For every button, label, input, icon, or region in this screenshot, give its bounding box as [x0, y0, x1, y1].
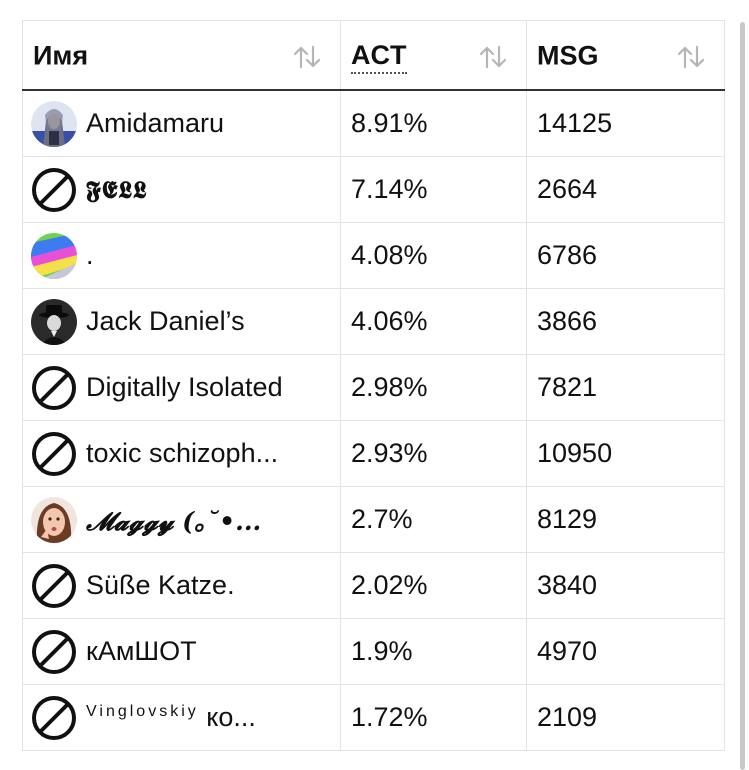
cell-msg: 4970 — [526, 618, 725, 685]
table-row[interactable]: Jack Daniel’s 4.06% 3866 — [22, 288, 725, 355]
no-avatar-icon — [32, 695, 76, 740]
table-header-row: Имя ACT MSG — [22, 20, 725, 91]
user-name-rest: ко... — [206, 702, 256, 732]
cell-act: 2.02% — [340, 552, 527, 619]
cell-act: 2.93% — [340, 420, 527, 487]
cell-act: 1.72% — [340, 684, 527, 751]
sort-arrows-icon[interactable] — [292, 45, 322, 69]
column-header-msg[interactable]: MSG — [526, 20, 725, 91]
cell-msg: 3866 — [526, 288, 725, 355]
column-header-label: MSG — [537, 40, 599, 71]
column-header-name[interactable]: Имя — [22, 20, 341, 91]
user-name: Jack Daniel’s — [86, 306, 245, 336]
column-header-label: ACT — [351, 40, 407, 75]
user-name: кАмШОТ — [86, 636, 197, 666]
user-name: toxic schizoph... — [86, 438, 279, 468]
cell-msg: 6786 — [526, 222, 725, 289]
cell-msg: 2109 — [526, 684, 725, 751]
cell-act: 4.06% — [340, 288, 527, 355]
user-name-small: Vinglovskiy — [86, 703, 199, 720]
no-avatar-icon — [32, 167, 76, 212]
column-header-act[interactable]: ACT — [340, 20, 527, 91]
table-row[interactable]: Digitally Isolated 2.98% 7821 — [22, 354, 725, 421]
cell-name[interactable]: кАмШОТ — [22, 618, 341, 685]
table-row[interactable]: 𝓜𝓪𝓰𝓰𝔂 (｡˘•... 2.7% 8129 — [22, 486, 725, 553]
no-avatar-icon — [32, 365, 76, 410]
table-row[interactable]: toxic schizoph... 2.93% 10950 — [22, 420, 725, 487]
user-name: Süße Katze. — [86, 570, 235, 600]
table-row[interactable]: Vinglovskiy ко... 1.72% 2109 — [22, 684, 725, 751]
table-row[interactable]: Süße Katze. 2.02% 3840 — [22, 552, 725, 619]
cell-msg: 7821 — [526, 354, 725, 421]
stats-table-container: Имя ACT MSG Amidamaru 8.91% 14125 𝕱𝕰𝕷𝕷 7… — [22, 20, 725, 751]
user-name: . — [86, 240, 94, 270]
vertical-scrollbar[interactable] — [740, 22, 745, 770]
user-name: Amidamaru — [86, 108, 225, 138]
cell-name[interactable]: . — [22, 222, 341, 289]
user-name: 𝓜𝓪𝓰𝓰𝔂 (｡˘•... — [86, 506, 262, 536]
cell-name[interactable]: Jack Daniel’s — [22, 288, 341, 355]
avatar-anime-character — [31, 100, 77, 147]
cell-name[interactable]: Amidamaru — [22, 90, 341, 157]
cell-act: 2.7% — [340, 486, 527, 553]
sort-arrows-icon[interactable] — [478, 45, 508, 69]
cell-msg: 3840 — [526, 552, 725, 619]
avatar-colorful-abstract — [31, 232, 77, 279]
cell-name[interactable]: 𝕱𝕰𝕷𝕷 — [22, 156, 341, 223]
cell-name[interactable]: toxic schizoph... — [22, 420, 341, 487]
column-header-label: Имя — [33, 40, 89, 71]
cell-act: 4.08% — [340, 222, 527, 289]
cell-msg: 2664 — [526, 156, 725, 223]
cell-act: 7.14% — [340, 156, 527, 223]
user-activity-table: Имя ACT MSG Amidamaru 8.91% 14125 𝕱𝕰𝕷𝕷 7… — [22, 20, 725, 751]
no-avatar-icon — [32, 629, 76, 674]
cell-name[interactable]: Vinglovskiy ко... — [22, 684, 341, 751]
no-avatar-icon — [32, 563, 76, 608]
cell-msg: 8129 — [526, 486, 725, 553]
table-row[interactable]: 𝕱𝕰𝕷𝕷 7.14% 2664 — [22, 156, 725, 223]
table-row[interactable]: кАмШОТ 1.9% 4970 — [22, 618, 725, 685]
cell-act: 1.9% — [340, 618, 527, 685]
cell-msg: 14125 — [526, 90, 725, 157]
cell-name[interactable]: 𝓜𝓪𝓰𝓰𝔂 (｡˘•... — [22, 486, 341, 553]
cell-msg: 10950 — [526, 420, 725, 487]
user-name: 𝕱𝕰𝕷𝕷 — [86, 175, 148, 204]
no-avatar-icon — [32, 431, 76, 476]
cell-name[interactable]: Süße Katze. — [22, 552, 341, 619]
table-row[interactable]: . 4.08% 6786 — [22, 222, 725, 289]
cell-act: 2.98% — [340, 354, 527, 421]
avatar-woman-face — [31, 496, 77, 543]
cell-name[interactable]: Digitally Isolated — [22, 354, 341, 421]
sort-arrows-icon[interactable] — [676, 45, 706, 69]
user-name: Vinglovskiy ко... — [86, 702, 256, 733]
cell-act: 8.91% — [340, 90, 527, 157]
avatar-man-in-hat — [31, 298, 77, 345]
table-row[interactable]: Amidamaru 8.91% 14125 — [22, 90, 725, 157]
user-name: Digitally Isolated — [86, 372, 283, 402]
